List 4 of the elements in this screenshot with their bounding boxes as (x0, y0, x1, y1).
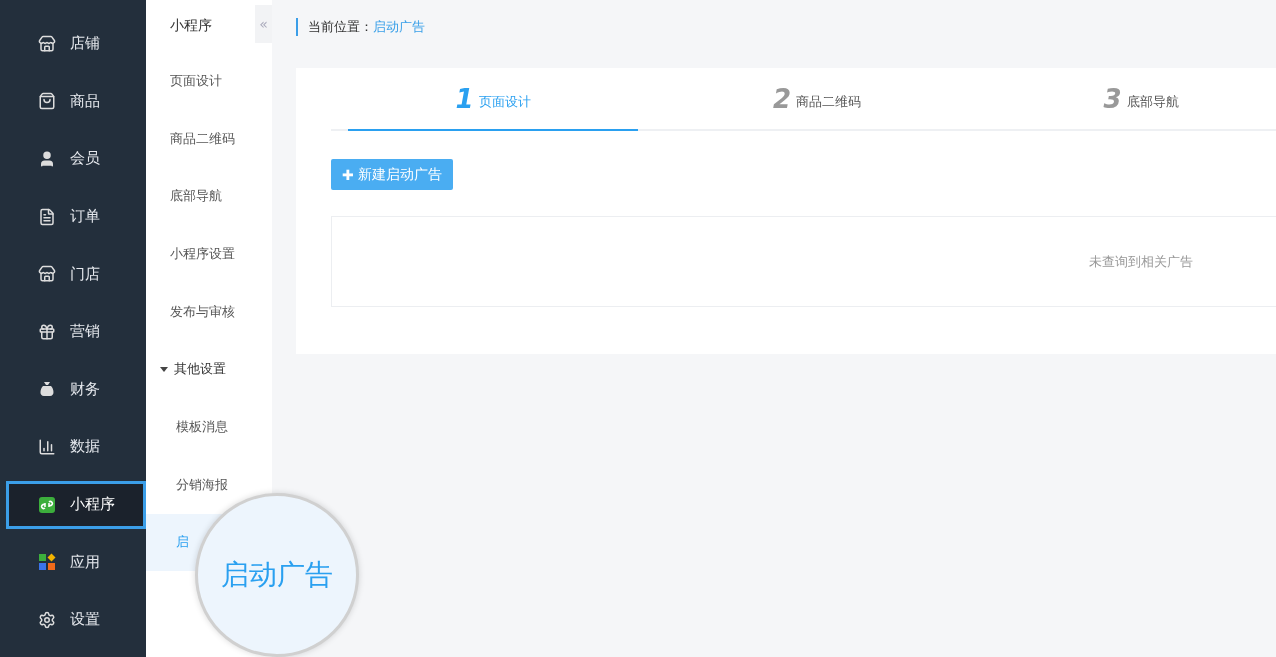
breadcrumb-label: 当前位置： (308, 18, 373, 36)
submenu-title: 小程序 (170, 16, 213, 35)
empty-message: 未查询到相关广告 (1089, 252, 1193, 271)
plus-icon: ✚ (342, 166, 354, 183)
